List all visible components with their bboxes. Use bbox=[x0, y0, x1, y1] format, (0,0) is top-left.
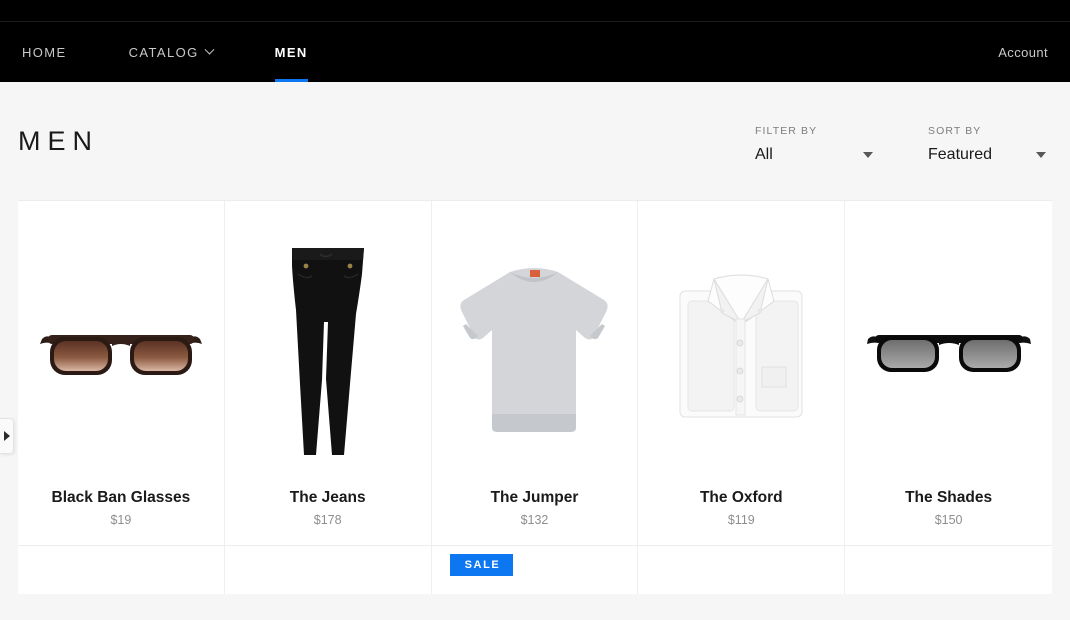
sort-by-select[interactable]: Featured bbox=[928, 146, 1046, 164]
product-card[interactable]: The Oxford $119 bbox=[638, 201, 846, 546]
collection-controls: FILTER BY All SORT BY Featured bbox=[755, 119, 1046, 164]
product-card[interactable] bbox=[638, 546, 846, 594]
product-title: The Shades bbox=[905, 489, 993, 506]
product-title: Black Ban Glasses bbox=[51, 489, 191, 506]
product-title: The Jumper bbox=[490, 489, 579, 506]
product-price: $119 bbox=[727, 513, 755, 527]
triangle-right-icon bbox=[3, 431, 10, 441]
nav-item-label: CATALOG bbox=[128, 44, 199, 60]
nav-item-home[interactable]: HOME bbox=[22, 22, 67, 82]
sort-by-group: SORT BY Featured bbox=[928, 125, 1046, 164]
product-card[interactable] bbox=[224, 546, 432, 594]
sort-by-value: Featured bbox=[928, 145, 993, 163]
product-title: The Jeans bbox=[289, 489, 366, 506]
product-image-black-sunglasses bbox=[853, 213, 1044, 489]
nav-item-catalog[interactable]: CATALOG bbox=[128, 22, 215, 82]
collection-header: MEN FILTER BY All SORT BY Featured bbox=[0, 82, 1070, 200]
product-card[interactable]: SALE bbox=[431, 546, 639, 594]
product-card[interactable]: The Jumper $132 bbox=[431, 201, 639, 546]
product-price: $178 bbox=[313, 513, 342, 527]
product-card[interactable]: The Jeans $178 bbox=[224, 201, 432, 546]
product-grid-next-row: SALE bbox=[18, 546, 1052, 594]
main-navigation: HOME CATALOG MEN Account bbox=[0, 22, 1070, 82]
product-card[interactable]: The Shades $150 bbox=[845, 201, 1052, 546]
product-card[interactable] bbox=[18, 546, 225, 594]
product-price: $132 bbox=[520, 513, 549, 527]
product-card[interactable]: Black Ban Glasses $19 bbox=[18, 201, 225, 546]
sort-by-label: SORT BY bbox=[928, 124, 982, 137]
announcement-bar bbox=[0, 0, 1070, 22]
white-shirt-image bbox=[679, 274, 803, 418]
product-card[interactable] bbox=[845, 546, 1052, 594]
product-image-white-shirt bbox=[646, 213, 836, 489]
black-sunglasses-image bbox=[866, 335, 1031, 372]
account-link[interactable]: Account bbox=[998, 45, 1048, 60]
product-image-brown-sunglasses bbox=[26, 213, 216, 489]
chevron-down-icon bbox=[1036, 151, 1046, 158]
brown-sunglasses-image bbox=[39, 335, 202, 375]
product-grid: Black Ban Glasses $19 The Jeans $178 The… bbox=[18, 200, 1052, 546]
grey-sweatshirt-image bbox=[460, 268, 609, 432]
product-image-black-jeans bbox=[233, 213, 423, 489]
status-badge-sale: SALE bbox=[449, 554, 514, 576]
chevron-down-icon bbox=[863, 151, 873, 158]
filter-by-label: FILTER BY bbox=[755, 124, 818, 137]
nav-item-label: MEN bbox=[274, 44, 308, 60]
chevron-down-icon bbox=[204, 44, 215, 55]
filter-by-value: All bbox=[755, 145, 773, 163]
product-title: The Oxford bbox=[699, 489, 783, 506]
filter-by-select[interactable]: All bbox=[755, 146, 873, 164]
drawer-toggle-button[interactable] bbox=[0, 418, 14, 454]
product-image-grey-sweatshirt bbox=[440, 213, 630, 489]
nav-links: HOME CATALOG MEN bbox=[22, 22, 370, 82]
filter-by-group: FILTER BY All bbox=[755, 125, 873, 164]
page-title: MEN bbox=[18, 125, 99, 156]
nav-item-men[interactable]: MEN bbox=[274, 22, 308, 82]
black-jeans-image bbox=[291, 247, 364, 455]
product-price: $19 bbox=[110, 513, 132, 527]
nav-item-label: HOME bbox=[22, 44, 67, 60]
product-price: $150 bbox=[934, 513, 963, 527]
